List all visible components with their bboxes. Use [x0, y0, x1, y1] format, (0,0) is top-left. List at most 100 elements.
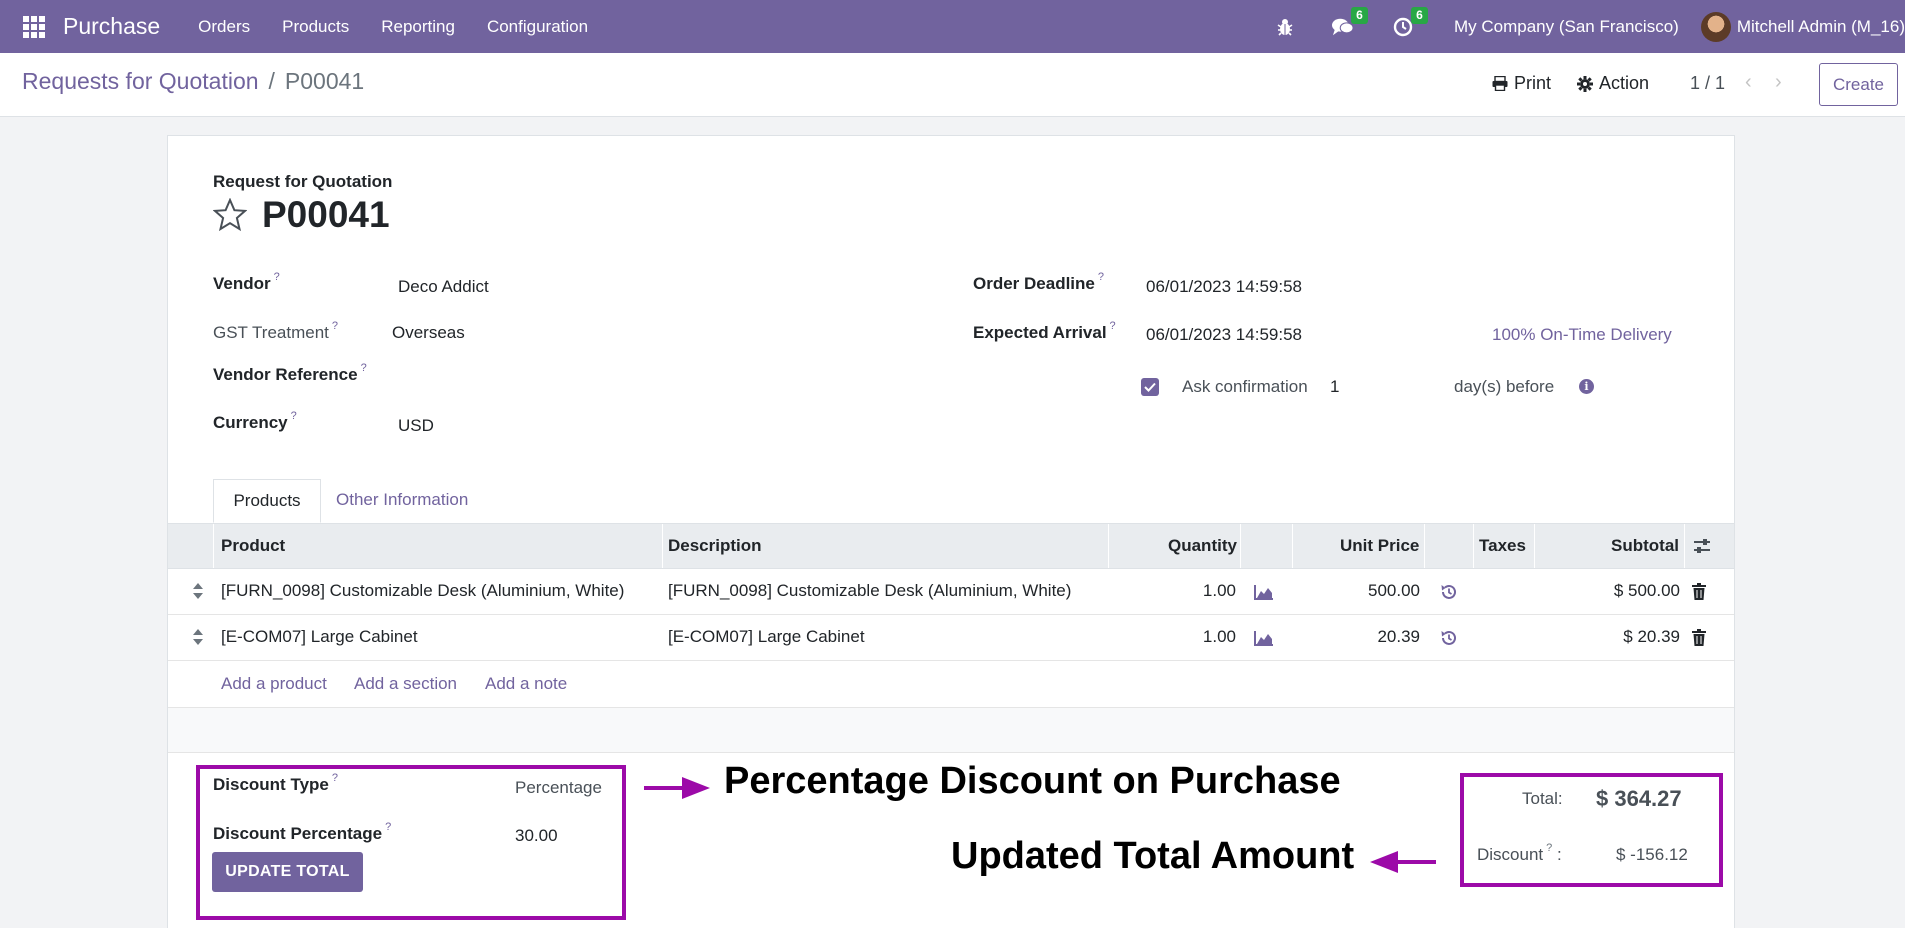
expected-arrival-label: Expected Arrival? — [973, 320, 1116, 342]
action-button[interactable]: Action — [1577, 73, 1649, 94]
messages-icon[interactable]: 6 — [1331, 6, 1368, 38]
update-total-button[interactable]: UPDATE TOTAL — [212, 852, 363, 892]
order-deadline-label: Order Deadline? — [973, 271, 1104, 293]
total-value: $ 364.27 — [1596, 786, 1682, 811]
order-deadline-field[interactable]: 06/01/2023 14:59:58 — [1146, 277, 1302, 297]
table-row[interactable]: [FURN_0098] Customizable Desk (Aluminium… — [168, 569, 1734, 615]
expected-arrival-field[interactable]: 06/01/2023 14:59:58 — [1146, 325, 1302, 345]
drag-handle-icon[interactable] — [193, 583, 203, 599]
action-label: Action — [1599, 73, 1650, 93]
vendor-reference-help-icon[interactable]: ? — [361, 362, 367, 374]
discount-type-help-icon[interactable]: ? — [332, 772, 338, 784]
drag-handle-icon[interactable] — [193, 629, 203, 645]
line-quantity[interactable]: 1.00 — [1168, 581, 1236, 601]
ask-confirmation-days-field[interactable]: 1 — [1330, 377, 1339, 397]
order-lines-header: Product Description Quantity Unit Price … — [168, 523, 1734, 569]
annotation-percentage-discount: Percentage Discount on Purchase — [724, 760, 1341, 802]
column-subtotal[interactable]: Subtotal — [1611, 536, 1679, 556]
column-product[interactable]: Product — [221, 536, 285, 556]
info-icon[interactable]: i — [1579, 379, 1594, 394]
print-label: Print — [1514, 73, 1552, 93]
column-description[interactable]: Description — [668, 536, 762, 556]
discount-amount-help-icon[interactable]: ? — [1546, 842, 1552, 854]
line-unit-price[interactable]: 20.39 — [1328, 627, 1420, 647]
forecast-chart-icon[interactable] — [1254, 630, 1274, 646]
breadcrumb: Requests for Quotation / P00041 — [22, 68, 364, 95]
company-switcher[interactable]: My Company (San Francisco) — [1454, 17, 1679, 37]
tab-products[interactable]: Products — [213, 479, 321, 523]
add-note-link[interactable]: Add a note — [485, 674, 567, 694]
currency-label: Currency? — [213, 410, 297, 432]
menu-products[interactable]: Products — [282, 17, 349, 37]
discount-percentage-label: Discount Percentage? — [213, 821, 392, 843]
trash-icon[interactable] — [1692, 583, 1706, 600]
user-menu[interactable]: Mitchell Admin (M_16) — [1737, 17, 1905, 37]
vendor-reference-field[interactable] — [398, 361, 818, 389]
activities-badge: 6 — [1410, 6, 1428, 24]
column-taxes[interactable]: Taxes — [1479, 536, 1526, 556]
printer-icon — [1492, 76, 1508, 91]
history-icon[interactable] — [1440, 583, 1458, 601]
history-icon[interactable] — [1440, 629, 1458, 647]
vendor-field[interactable]: Deco Addict — [398, 277, 489, 297]
pager-next-icon[interactable]: › — [1775, 71, 1782, 94]
annotation-arrow-right-icon — [644, 777, 710, 799]
line-subtotal: $ 500.00 — [1613, 581, 1680, 600]
column-quantity[interactable]: Quantity — [1168, 536, 1237, 556]
discount-type-field[interactable]: Percentage — [515, 778, 602, 798]
trash-icon[interactable] — [1692, 629, 1706, 646]
menu-reporting[interactable]: Reporting — [381, 17, 455, 37]
currency-help-icon[interactable]: ? — [291, 410, 297, 422]
line-unit-price[interactable]: 500.00 — [1328, 581, 1420, 601]
checkmark-icon — [1144, 382, 1156, 392]
vendor-reference-label: Vendor Reference? — [213, 362, 367, 384]
top-navbar: Purchase Orders Products Reporting Confi… — [0, 0, 1905, 53]
order-deadline-help-icon[interactable]: ? — [1098, 271, 1104, 283]
pager-value[interactable]: 1 / 1 — [1690, 73, 1725, 94]
apps-grid-icon[interactable] — [23, 15, 45, 38]
line-quantity[interactable]: 1.00 — [1168, 627, 1236, 647]
line-product[interactable]: [FURN_0098] Customizable Desk (Aluminium… — [221, 581, 624, 601]
favorite-star-icon[interactable] — [213, 198, 247, 232]
discount-percentage-help-icon[interactable]: ? — [385, 821, 391, 833]
column-unit-price[interactable]: Unit Price — [1340, 536, 1419, 556]
print-button[interactable]: Print — [1492, 73, 1551, 94]
vendor-label: Vendor? — [213, 271, 280, 293]
vendor-help-icon[interactable]: ? — [274, 271, 280, 283]
app-name[interactable]: Purchase — [63, 13, 160, 40]
ask-confirmation-checkbox[interactable] — [1141, 378, 1159, 396]
tab-other-information[interactable]: Other Information — [336, 490, 468, 510]
expected-arrival-help-icon[interactable]: ? — [1110, 320, 1116, 332]
on-time-delivery-link[interactable]: 100% On-Time Delivery — [1492, 325, 1672, 345]
add-line-row: Add a product Add a section Add a note — [168, 662, 1734, 708]
line-description[interactable]: [E-COM07] Large Cabinet — [668, 627, 865, 647]
menu-configuration[interactable]: Configuration — [487, 17, 588, 37]
discount-percentage-field[interactable]: 30.00 — [515, 826, 558, 846]
annotation-updated-total: Updated Total Amount — [951, 835, 1355, 877]
breadcrumb-current: P00041 — [284, 68, 365, 94]
add-product-link[interactable]: Add a product — [221, 674, 327, 694]
gst-treatment-field[interactable]: Overseas — [392, 323, 465, 343]
menu-orders[interactable]: Orders — [198, 17, 250, 37]
breadcrumb-parent[interactable]: Requests for Quotation — [22, 68, 259, 94]
forecast-chart-icon[interactable] — [1254, 584, 1274, 600]
pager-previous-icon[interactable]: ‹ — [1745, 71, 1752, 94]
gst-treatment-label: GST Treatment? — [213, 320, 339, 342]
optional-columns-icon[interactable] — [1693, 537, 1711, 555]
form-sheet: Request for Quotation P00041 Vendor? Dec… — [167, 135, 1735, 928]
add-section-link[interactable]: Add a section — [354, 674, 457, 694]
line-product[interactable]: [E-COM07] Large Cabinet — [221, 627, 418, 647]
annotation-arrow-left-icon — [1370, 851, 1436, 873]
create-button[interactable]: Create — [1819, 63, 1898, 106]
breadcrumb-separator: / — [268, 68, 275, 94]
total-label: Total: — [1522, 789, 1563, 808]
gst-help-icon[interactable]: ? — [332, 320, 338, 332]
table-row[interactable]: [E-COM07] Large Cabinet [E-COM07] Large … — [168, 615, 1734, 661]
line-description[interactable]: [FURN_0098] Customizable Desk (Aluminium… — [668, 581, 1071, 601]
user-avatar[interactable] — [1700, 11, 1731, 42]
currency-field[interactable]: USD — [398, 416, 434, 436]
bug-icon[interactable] — [1274, 16, 1296, 38]
activity-clock-icon[interactable]: 6 — [1392, 6, 1428, 38]
discount-amount-label: Discount? : — [1477, 842, 1562, 864]
days-before-label: day(s) before — [1454, 377, 1555, 396]
